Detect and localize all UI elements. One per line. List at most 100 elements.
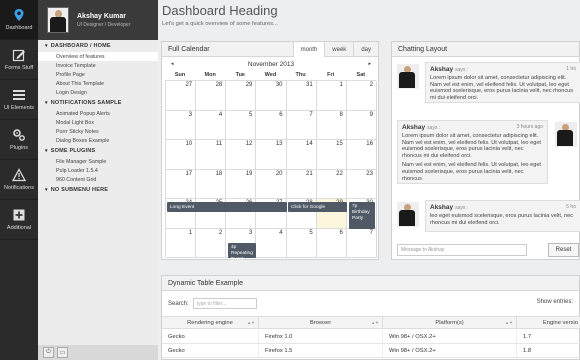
rail-label: Forms Stuff — [4, 65, 34, 71]
sort-icon: ▲▼ — [505, 320, 513, 325]
calendar-day-cell[interactable]: 30 — [256, 81, 287, 111]
calendar-day-cell[interactable]: 6 — [256, 110, 287, 140]
calendar-day-number: 30 — [275, 82, 283, 88]
nav-item-sticky-notes[interactable]: Purrr Sticky Notes — [38, 127, 158, 136]
calendar-day-cell[interactable]: 4 — [196, 110, 227, 140]
event-google[interactable]: Click for Google — [288, 202, 347, 212]
column-header[interactable]: Rendering engine ▲▼ — [162, 317, 259, 328]
nav-section-title: NOTIFICATIONS SAMPLE — [50, 100, 122, 106]
rail-item-notifications[interactable]: Notifications — [0, 160, 38, 200]
nav-item-file-manager[interactable]: File Manager Sample — [38, 157, 158, 166]
inbox-icon[interactable]: ▭ — [57, 347, 68, 358]
message-bubble: Akshay says : 3 hours ago Lorem ipsum dol… — [397, 120, 548, 184]
reset-button[interactable]: Reset — [548, 243, 579, 257]
calendar-day-cell[interactable]: 4 — [256, 228, 287, 258]
rail-item-dashboard[interactable]: Dashboard — [0, 0, 38, 40]
search-input[interactable]: type to filter... — [192, 298, 257, 309]
event-repeating[interactable]: 4p Repeating Event — [228, 243, 256, 262]
calendar-day-cell[interactable]: 5 — [286, 228, 317, 258]
calendar-day-cell[interactable]: 5 — [226, 110, 257, 140]
calendar-day-cell[interactable]: 13 — [256, 140, 287, 170]
calendar-day-cell[interactable]: 17 — [166, 169, 197, 199]
calendar-day-cell[interactable]: 7 — [286, 110, 317, 140]
nav-item-popup-alerts[interactable]: Animated Popup Alerts — [38, 109, 158, 118]
nav-section-title: DASHBOARD / HOME — [50, 43, 111, 49]
message-input[interactable]: Message to Akshay — [397, 244, 527, 256]
column-header[interactable]: Engine versio — [517, 317, 580, 328]
calendar-day-number: 4 — [218, 111, 223, 118]
avatar — [47, 7, 69, 33]
calendar-day-number: 9 — [369, 111, 373, 118]
chevron-down-icon: ▾ — [45, 43, 48, 49]
event-birthday[interactable]: 7p Birthday Party — [349, 202, 375, 229]
nav-item-lightbox[interactable]: Modal Light Box — [38, 118, 158, 127]
table-row[interactable]: Gecko Firefox 1.0 Win 98+ / OSX.2+ 1.7 — [162, 330, 580, 344]
nav-section-no-submenu[interactable]: ▾ NO SUBMENU HERE — [38, 184, 158, 196]
nav-item-invoice[interactable]: Invoice Template — [38, 61, 158, 70]
column-header[interactable]: Browser ▲▼ — [259, 317, 383, 328]
calendar-day-cell[interactable]: 2 — [346, 81, 377, 111]
nav-item-profile[interactable]: Profile Page — [38, 70, 158, 79]
page-subtitle: Let's get a quick overview of some featu… — [162, 21, 278, 27]
nav-section-plugins[interactable]: ▾ SOME PLUGINS — [38, 145, 158, 157]
calendar-day-cell[interactable]: 7 — [346, 228, 377, 258]
calendar-day-cell[interactable]: 9 — [346, 110, 377, 140]
calendar-day-cell[interactable]: 18 — [196, 169, 227, 199]
calendar-day-cell[interactable]: 19 — [226, 169, 257, 199]
tab-day[interactable]: day — [353, 42, 378, 57]
column-header[interactable]: Platform(s) ▲▼ — [383, 317, 517, 328]
calendar-day-cell[interactable]: 29 — [226, 81, 257, 111]
nav-item-dialog-boxes[interactable]: Dialog Boxes Example — [38, 136, 158, 145]
calendar-day-cell[interactable]: 31 — [286, 81, 317, 111]
weekday-label: Fri — [327, 72, 335, 78]
calendar-day-cell[interactable]: 1 — [316, 81, 347, 111]
message-says: says : — [455, 205, 469, 211]
rail-item-forms[interactable]: Forms Stuff — [0, 40, 38, 80]
power-icon[interactable]: ⏻ — [43, 347, 54, 358]
calendar-day-cell[interactable]: 10 — [166, 140, 197, 170]
calendar-day-number: 7 — [369, 229, 373, 236]
calendar-day-cell[interactable]: 16 — [346, 140, 377, 170]
calendar-day-cell[interactable]: 23 — [346, 169, 377, 199]
chat-title: Chatting Layout — [392, 42, 579, 57]
calendar-day-cell[interactable]: 2 — [196, 228, 227, 258]
chevron-down-icon: ▾ — [45, 100, 48, 106]
next-month-icon[interactable]: ▸ — [368, 61, 371, 67]
calendar-day-cell[interactable]: 8 — [316, 110, 347, 140]
show-entries-label[interactable]: Show entries: — [537, 299, 573, 305]
message-text: Lorem ipsum dolor sit amet, consectetur … — [402, 133, 541, 159]
nav-section-notifications[interactable]: ▾ NOTIFICATIONS SAMPLE — [38, 97, 158, 109]
calendar-day-cell[interactable]: 28 — [196, 81, 227, 111]
calendar-day-cell[interactable]: 11 — [196, 140, 227, 170]
tab-month[interactable]: month — [292, 42, 325, 57]
prev-month-icon[interactable]: ◂ — [171, 61, 174, 67]
calendar-day-number: 3 — [188, 111, 193, 118]
edit-icon — [12, 49, 25, 62]
rail-item-ui-elements[interactable]: UI Elements — [0, 80, 38, 120]
calendar-day-cell[interactable]: 21 — [286, 169, 317, 199]
nav-item-content-grid[interactable]: 960 Content Grid — [38, 175, 158, 184]
nav-item-pulp-loader[interactable]: Pulp Loader 1.5.4 — [38, 166, 158, 175]
calendar-day-cell[interactable]: 3 — [166, 110, 197, 140]
calendar-day-cell[interactable]: 1 — [166, 228, 197, 258]
calendar-day-number: 19 — [245, 170, 253, 177]
weekday-label: Sun — [174, 72, 186, 78]
calendar-day-cell[interactable]: 15 — [316, 140, 347, 170]
calendar-day-cell[interactable]: 27 — [166, 81, 197, 111]
calendar-day-cell[interactable]: 22 — [316, 169, 347, 199]
calendar-day-cell[interactable]: 14 — [286, 140, 317, 170]
calendar-day-cell[interactable]: 12 — [226, 140, 257, 170]
tab-week[interactable]: week — [324, 42, 353, 57]
calendar-day-cell[interactable]: 6 — [316, 228, 347, 258]
rail-item-additional[interactable]: Additional — [0, 200, 38, 240]
calendar-day-cell[interactable]: 20 — [256, 169, 287, 199]
message-author: Akshay — [402, 124, 426, 131]
calendar-day-number: 1 — [339, 82, 343, 88]
nav-section-dashboard[interactable]: ▾ DASHBOARD / HOME — [38, 40, 158, 52]
rail-item-plugins[interactable]: Plugins — [0, 120, 38, 160]
nav-item-login[interactable]: Login Design — [38, 88, 158, 97]
nav-item-about[interactable]: About This Template — [38, 79, 158, 88]
event-long[interactable]: Long Event — [167, 202, 287, 212]
nav-item-overview[interactable]: Overview of features — [38, 52, 158, 61]
table-row[interactable]: Gecko Firefox 1.5 Win 98+ / OSX.2+ 1.8 — [162, 344, 580, 358]
